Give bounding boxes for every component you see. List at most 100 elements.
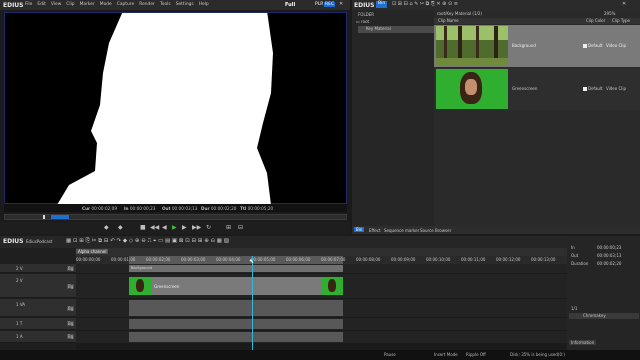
mode-rec[interactable]: REC [324, 1, 336, 7]
menu-settings[interactable]: Settings [176, 2, 194, 7]
folder-root[interactable]: ▭ root [356, 19, 369, 24]
ruler-tick: 00:00:01;00 [111, 257, 136, 262]
col-clip-name[interactable]: Clip Name [438, 18, 459, 23]
ttl-timecode: 00:00:05;20 [247, 205, 274, 211]
track-lane[interactable]: Greenscreen [76, 274, 567, 298]
folder-key-material[interactable]: Key Material [358, 26, 434, 33]
track-lane[interactable]: Background [76, 264, 567, 273]
overwrite-to-timeline-icon[interactable]: ⊟ [238, 225, 243, 231]
menu-marker[interactable]: Marker [80, 2, 95, 7]
bin-tabs: Bin Effect Sequence marker Source Browse… [352, 226, 640, 234]
cur-timecode: 00:00:02;09 [91, 205, 118, 211]
loop-icon[interactable]: ↻ [206, 225, 211, 231]
greenscreen-thumbnail [436, 69, 508, 109]
menu-help[interactable]: Help [199, 2, 209, 7]
track-lane[interactable] [76, 318, 567, 330]
project-name: EdiusPodcast [26, 239, 53, 244]
ruler-tick: 00:00:11;00 [461, 257, 486, 262]
in-out-range [51, 215, 69, 219]
time-ruler[interactable]: 00:00:00;00 00:00:01;00 00:00:02;00 00:0… [76, 256, 567, 264]
checkbox[interactable] [583, 44, 587, 48]
bin-tab-icon[interactable]: Bin [376, 1, 388, 8]
ruler-tick: 00:00:13;00 [531, 257, 556, 262]
timeline-toolbar-icons[interactable]: ▦ ⊡ ⊞ ⎘ ✂ ⧉ ⊟ ↶ ↷ ◆ ◇ ⊕ ⊖ ⎍ ⌖ ▭ ▤ ▣ ⊠ ⊡ … [66, 238, 229, 245]
menu-render[interactable]: Render [139, 2, 155, 7]
stop-icon[interactable]: ■ [140, 225, 146, 231]
track-header-1a[interactable]: 1 A Bg [0, 331, 76, 343]
set-out-icon[interactable]: ◆ [118, 225, 123, 231]
menu-tools[interactable]: Tools [160, 2, 171, 7]
set-in-icon[interactable]: ◆ [104, 225, 109, 231]
info-duration: 00:00:02;20 [597, 261, 622, 266]
clip-row-greenscreen[interactable]: Greenscreen Default Video Clip [434, 68, 640, 110]
clip-list-header: Clip Name Clip Color Clip Type [434, 18, 640, 24]
tab-sequence-marker[interactable]: Sequence marker [384, 228, 419, 233]
close-icon[interactable]: ✕ [339, 1, 343, 7]
play-icon[interactable]: ▶ [172, 225, 177, 231]
ruler-tick: 00:00:06;00 [286, 257, 311, 262]
clip-list-panel: root/Key Material (1/2) 295% Clip Name C… [434, 10, 640, 226]
col-clip-type[interactable]: Clip Type [612, 18, 630, 23]
ruler-tick: 00:00:02;00 [146, 257, 171, 262]
info-count: 1/1 [571, 306, 578, 311]
clip-thumb-in [129, 277, 151, 295]
menu-file[interactable]: File [25, 2, 32, 7]
menu-mode[interactable]: Mode [100, 2, 112, 7]
sequence-tab[interactable]: Alpha channel [76, 249, 109, 254]
ruler-tick: 00:00:03;00 [181, 257, 206, 262]
bin-close-icon[interactable]: ✕ [622, 1, 626, 7]
track-lane[interactable] [76, 331, 567, 343]
clip-greenscreen[interactable]: Greenscreen [129, 277, 343, 295]
clip-background[interactable]: Background [129, 265, 343, 272]
sequence-tab-row: Alpha channel [76, 248, 567, 256]
tab-source-browser[interactable]: Source Browser [420, 228, 451, 233]
clip-name: Greenscreen [512, 86, 538, 91]
playhead[interactable] [252, 256, 253, 350]
menu-view[interactable]: View [51, 2, 61, 7]
cursor-icon: ⬉ [249, 258, 255, 265]
status-bar: Pause Insert Mode Ripple Off Disk: 35% i… [0, 350, 640, 360]
ruler-tick: 00:00:10;00 [426, 257, 451, 262]
player-titlebar: EDIUS File Edit View Clip Marker Mode Capture R… [0, 0, 350, 10]
menu-clip[interactable]: Clip [66, 2, 74, 7]
checkbox[interactable] [583, 87, 587, 91]
track-header-2v[interactable]: 2 V Bg [0, 264, 76, 273]
preview-monitor [4, 11, 347, 205]
zoom-level[interactable]: 295% [604, 11, 615, 16]
tab-bin[interactable]: Bin [354, 227, 365, 232]
folder-label: FOLDER [358, 12, 375, 17]
tab-effect[interactable]: Effect [369, 228, 381, 233]
ruler-tick: 00:00:05;00 [251, 257, 276, 262]
insert-to-timeline-icon[interactable]: ⊞ [226, 225, 231, 231]
quality-select[interactable]: Full [285, 2, 295, 8]
position-slider[interactable] [4, 214, 347, 220]
track-header-2v-expanded[interactable]: 2 V Bg [0, 274, 76, 298]
fast-forward-icon[interactable]: ▶▶ [192, 225, 201, 231]
timeline-toolbar: EDIUS EdiusPodcast ▦ ⊡ ⊞ ⎘ ✂ ⧉ ⊟ ↶ ↷ ◆ ◇… [0, 236, 567, 248]
menu-capture[interactable]: Capture [117, 2, 134, 7]
slider-handle[interactable] [43, 215, 45, 219]
track-header-1t[interactable]: 1 T Bg [0, 318, 76, 330]
track-header-1va[interactable]: 1 VA Bg [0, 299, 76, 317]
rewind-icon[interactable]: ◀◀ [150, 225, 159, 231]
status-pause: Pause [384, 352, 396, 357]
menu-edit[interactable]: Edit [37, 2, 46, 7]
track-fill [129, 332, 343, 342]
mode-plr[interactable]: PLR [315, 2, 323, 7]
track-fill [129, 300, 343, 316]
track-area: 2 V Bg Background 2 V Bg Greenscreen 1 VA B… [0, 264, 567, 350]
tab-information[interactable]: Information [569, 340, 597, 345]
folder-panel: FOLDER ▭ root Key Material [352, 10, 434, 226]
effect-chromakey[interactable]: Chromakey [569, 313, 639, 319]
clip-row-background[interactable]: Background Default Video Clip [434, 25, 640, 67]
clip-label: Greenscreen [154, 284, 180, 289]
step-back-icon[interactable]: ◀ [162, 225, 167, 231]
col-clip-color[interactable]: Clip Color [586, 18, 605, 23]
bin-toolbar-icons[interactable]: ⊡ ⊞ ⊟ ⌂ ✎ ✂ ⧉ ⎘ ✕ ⊕ ⊙ ≡ [392, 1, 458, 7]
bin-logo: EDIUS [354, 2, 375, 9]
ruler-tick: 00:00:00;00 [76, 257, 101, 262]
step-forward-icon[interactable]: ▶ [182, 225, 187, 231]
clip-type: Video Clip [606, 43, 627, 48]
status-disk: Disk: 35% is being used(0:) [510, 352, 565, 357]
track-lane[interactable] [76, 299, 567, 317]
